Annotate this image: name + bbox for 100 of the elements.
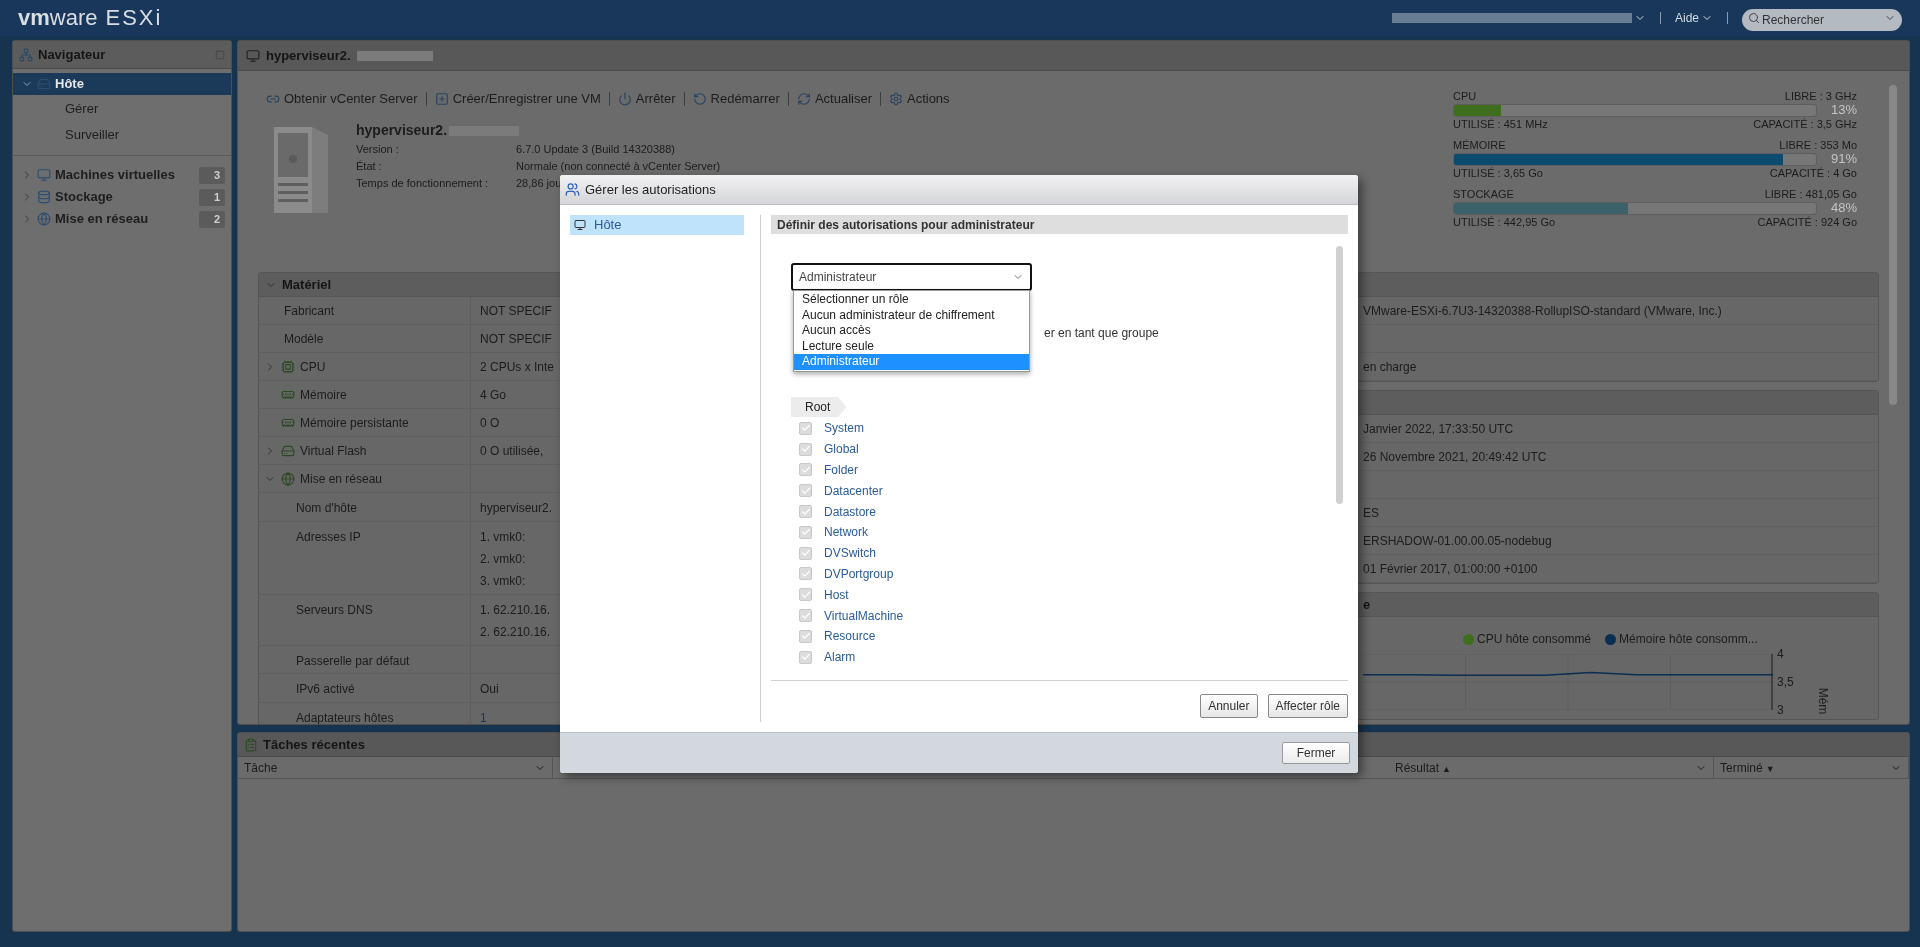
nav-item[interactable]: Mise en réseau 2 <box>13 208 231 230</box>
check-icon <box>800 652 811 663</box>
toolbar-icon <box>888 91 903 106</box>
meter-percent: 13% <box>1829 103 1857 117</box>
dialog-button[interactable]: Annuler <box>1200 694 1258 718</box>
privilege-label[interactable]: VirtualMachine <box>824 606 904 625</box>
help-menu[interactable]: Aide <box>1674 9 1713 27</box>
meter-used: UTILISÉ : 442,95 Go <box>1453 215 1556 229</box>
info-label: Version : <box>356 141 400 157</box>
dropdown-option[interactable]: Sélectionner un rôle <box>794 292 1029 308</box>
row-label: Modèle <box>283 330 324 348</box>
row-value: 0 O <box>480 414 500 432</box>
meter-capacity: CAPACITÉ : 924 Go <box>1757 215 1857 229</box>
checkbox[interactable] <box>799 463 812 477</box>
host-icon <box>574 218 586 232</box>
toolbar-icon <box>434 91 449 106</box>
check-icon <box>800 423 811 434</box>
privilege-label[interactable]: Global <box>824 440 859 459</box>
sidebar-item[interactable]: Hôte <box>570 215 744 235</box>
tick-label: 3 <box>1777 704 1784 716</box>
dialog-button[interactable]: Affecter rôle <box>1267 694 1348 718</box>
scrollbar[interactable] <box>1336 246 1343 504</box>
dialog-title: Gérer les autorisations <box>585 180 716 199</box>
row-icon <box>281 471 295 486</box>
meter-label: STOCKAGE <box>1453 187 1514 201</box>
dropdown-option[interactable]: Aucun accès <box>794 323 1029 339</box>
row-value: 3. vmk0: <box>480 573 526 590</box>
row-label: Serveurs DNS <box>296 603 373 617</box>
host-name: hyperviseur2. <box>356 121 448 140</box>
checkbox-label: er en tant que groupe <box>1044 325 1159 342</box>
meter-used: UTILISÉ : 451 MHz <box>1453 117 1548 131</box>
close-button[interactable]: Fermer <box>1282 742 1350 764</box>
row-value: ES <box>1363 504 1379 522</box>
meter-used: UTILISÉ : 3,65 Go <box>1453 166 1543 180</box>
tick-label: 3,5 <box>1777 676 1794 688</box>
check-icon <box>800 465 811 475</box>
privilege-label[interactable]: DVPortgroup <box>824 564 894 583</box>
checkbox[interactable] <box>799 650 812 664</box>
info-value: Normale (non connecté à vCenter Server) <box>516 158 721 174</box>
tree-icon <box>19 47 33 62</box>
row-value: Janvier 2022, 17:33:50 UTC <box>1363 420 1514 438</box>
checkbox[interactable] <box>799 442 812 456</box>
row-label: Nom d'hôte <box>296 501 357 515</box>
row-value: 1. 62.210.16. <box>480 602 551 619</box>
privilege-label[interactable]: Host <box>824 585 849 604</box>
nav-item[interactable]: Hôte <box>13 73 231 95</box>
checkbox[interactable] <box>799 505 812 519</box>
toolbar-icon <box>617 91 632 106</box>
checkbox[interactable] <box>799 609 812 623</box>
row-label: Virtual Flash <box>300 442 367 460</box>
privilege-label[interactable]: Datastore <box>824 502 877 521</box>
card-title: e <box>1363 595 1371 614</box>
row-label: IPv6 activé <box>296 682 355 696</box>
check-icon <box>800 610 811 621</box>
y-axis <box>1771 654 1773 710</box>
count-badge: 1 <box>199 188 225 206</box>
users-icon <box>565 182 580 197</box>
search-field[interactable]: Rechercher <box>1742 9 1902 31</box>
check-icon <box>800 527 811 538</box>
panel-title: hyperviseur2. <box>266 46 351 65</box>
legend-label: CPU hôte consommé <box>1477 631 1592 648</box>
logo-text: vmware <box>18 7 98 29</box>
checkbox[interactable] <box>799 484 812 498</box>
checkbox[interactable] <box>799 567 812 581</box>
row-value: VMware-ESXi-6.7U3-14320388-RollupISO-standard (VMware, Inc.) <box>1363 302 1722 320</box>
checkbox[interactable] <box>799 421 812 435</box>
nav-icon <box>37 190 51 204</box>
check-icon <box>800 568 811 579</box>
privilege-label[interactable]: DVSwitch <box>824 544 876 563</box>
checkbox[interactable] <box>799 629 812 643</box>
checkbox[interactable] <box>799 546 812 560</box>
row-label: Mémoire <box>300 386 347 404</box>
scrollbar[interactable] <box>1889 85 1897 405</box>
privilege-label[interactable]: Folder <box>824 461 858 479</box>
toolbar-icon <box>796 91 811 106</box>
privilege-label[interactable]: System <box>824 419 864 438</box>
dropdown-option[interactable]: Lecture seule <box>794 338 1029 354</box>
row-value: 1. vmk0: <box>480 529 526 546</box>
checkbox[interactable] <box>799 588 812 602</box>
row-value: 2. 62.210.16. <box>480 624 551 641</box>
breadcrumb-tag[interactable]: Root <box>791 397 847 417</box>
dropdown-option[interactable]: Aucun administrateur de chiffrement <box>794 307 1029 323</box>
meter-free: LIBRE : 3 GHz <box>1784 89 1857 103</box>
nav-item[interactable]: Machines virtuelles 3 <box>13 164 231 186</box>
row-value: 2. vmk0: <box>480 551 526 568</box>
privilege-label[interactable]: Datacenter <box>824 481 883 500</box>
meter-percent: 91% <box>1829 152 1857 166</box>
count-badge: 2 <box>199 210 225 228</box>
count-badge: 3 <box>199 166 225 184</box>
row-value: 2 CPUs x Inte <box>480 358 555 376</box>
checkbox[interactable] <box>799 525 812 539</box>
privilege-label[interactable]: Alarm <box>824 648 856 667</box>
tasks-icon <box>244 737 258 752</box>
meter-capacity: CAPACITÉ : 4 Go <box>1769 166 1857 180</box>
check-icon <box>800 548 811 559</box>
nav-item[interactable]: Stockage 1 <box>13 186 231 208</box>
privilege-label[interactable]: Resource <box>824 627 876 646</box>
row-label: Adresses IP <box>296 530 361 544</box>
meter-percent: 48% <box>1829 201 1857 215</box>
privilege-label[interactable]: Network <box>824 523 868 542</box>
